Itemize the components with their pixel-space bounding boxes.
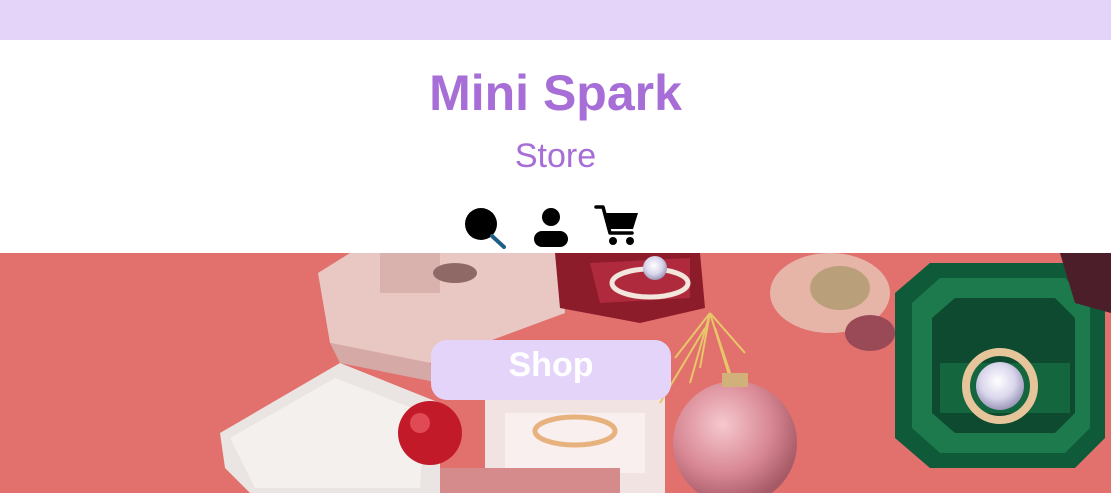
shop-button[interactable]: Shop <box>431 340 671 400</box>
hero-banner: Shop <box>0 253 1111 493</box>
header-icon-row <box>460 203 645 253</box>
site-header: Mini Spark Store <box>0 40 1111 253</box>
brand-subtitle: Store <box>514 137 597 175</box>
brand-title[interactable]: Mini Spark <box>0 64 1111 122</box>
top-announcement-bar <box>0 0 1111 40</box>
cart-icon[interactable] <box>592 203 638 249</box>
search-icon[interactable] <box>460 203 506 249</box>
user-icon[interactable] <box>530 203 576 249</box>
